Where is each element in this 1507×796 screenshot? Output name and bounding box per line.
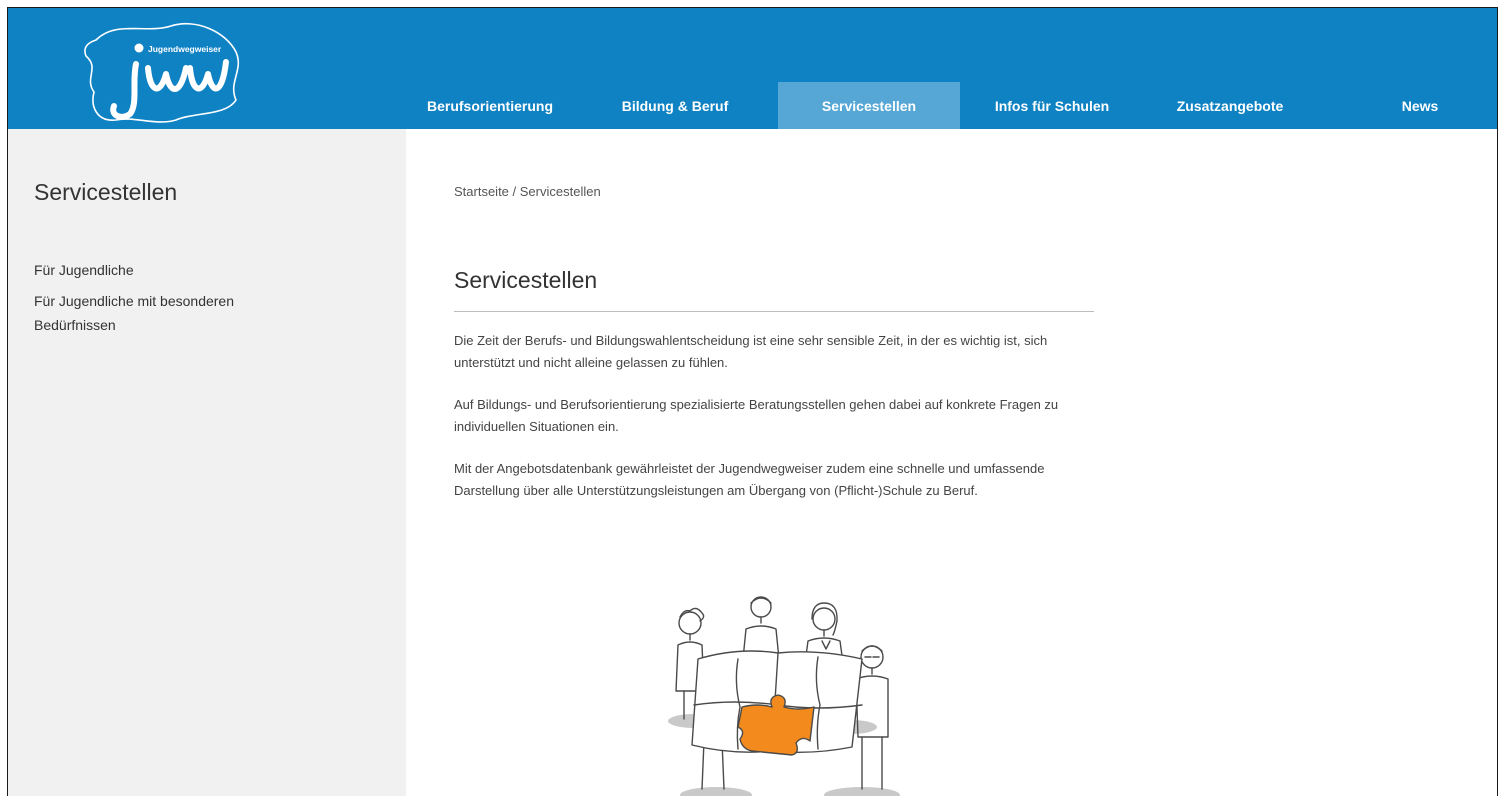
database-paragraph: Mit der Angebotsdatenbank gewährleistet … (454, 461, 1045, 498)
site-header: Jugendwegweiser Berufsorientierung Bildu… (8, 8, 1497, 129)
teamwork-puzzle-illustration (646, 589, 916, 796)
nav-item-infos-fuer-schulen[interactable]: Infos für Schulen (960, 82, 1144, 129)
intro-paragraph: Die Zeit der Berufs- und Bildungswahlent… (454, 333, 1048, 370)
nav-item-servicestellen[interactable]: Servicestellen (778, 82, 960, 129)
sidebar: Servicestellen Für Jugendliche Für Jugen… (8, 129, 406, 796)
title-divider (454, 311, 1094, 312)
sidebar-item-besondere-beduerfnisse[interactable]: Für Jugendliche mit besonderen Bedürfnis… (34, 289, 274, 337)
nav-item-zusatzangebote[interactable]: Zusatzangebote (1144, 82, 1316, 129)
main-nav: Berufsorientierung Bildung & Beruf Servi… (408, 82, 1497, 129)
puzzle-people-drawing (668, 596, 900, 796)
main-content: Startseite / Servicestellen Servicestell… (406, 129, 1497, 796)
counselling-paragraph: Auf Bildungs- und Berufsorientierung spe… (454, 397, 1059, 434)
nav-item-news[interactable]: News (1316, 82, 1497, 129)
nav-item-bildung-beruf[interactable]: Bildung & Beruf (572, 82, 778, 129)
logo-wordmark: Jugendwegweiser (148, 44, 222, 54)
nav-item-berufsorientierung[interactable]: Berufsorientierung (408, 82, 572, 129)
logo-graphic: Jugendwegweiser (84, 22, 240, 123)
sidebar-title: Servicestellen (34, 179, 178, 205)
jww-logo[interactable]: Jugendwegweiser (76, 12, 244, 128)
sidebar-item-fuer-jugendliche[interactable]: Für Jugendliche (34, 258, 134, 282)
page-title: Servicestellen (454, 267, 598, 293)
breadcrumb[interactable]: Startseite / Servicestellen (454, 184, 601, 199)
page-frame: Jugendwegweiser Berufsorientierung Bildu… (7, 7, 1498, 796)
